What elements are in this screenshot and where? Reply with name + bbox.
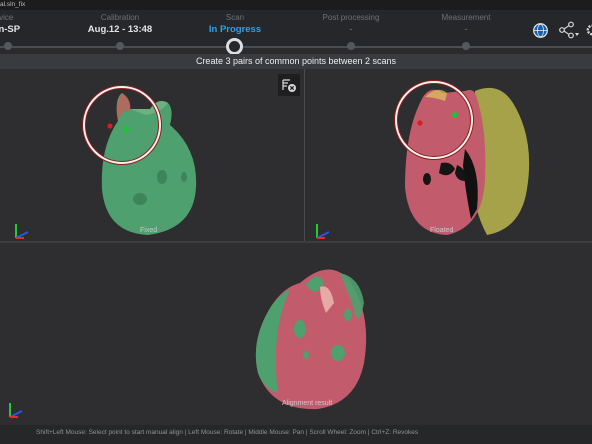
status-hint: Shift+Left Mouse: Select point to start … [36, 429, 419, 436]
globe-icon[interactable] [533, 23, 548, 38]
step-device-caption: evice [0, 13, 14, 22]
step-scan[interactable]: Scan In Progress [175, 13, 295, 37]
step-post-processing-caption: Post processing [322, 13, 380, 22]
step-post-processing-dot [347, 42, 355, 50]
step-device[interactable]: evice can-SP [0, 13, 64, 37]
floated-scan-model[interactable] [305, 69, 592, 241]
title-bar: al.sln_fix [0, 0, 592, 10]
step-calibration[interactable]: Calibration Aug.12 - 13:48 [60, 13, 180, 37]
step-post-processing[interactable]: Post processing - [291, 13, 411, 37]
step-measurement[interactable]: Measurement - [406, 13, 526, 37]
share-icon[interactable] [558, 21, 580, 39]
step-track [0, 46, 592, 48]
axis-gizmo-icon [313, 212, 333, 240]
result-view-label: Alignment result [282, 400, 333, 407]
settings-icon[interactable] [585, 23, 592, 37]
step-scan-value: In Progress [208, 24, 262, 35]
step-measurement-dot [462, 42, 470, 50]
status-bar: Shift+Left Mouse: Select point to start … [0, 425, 592, 444]
step-calibration-caption: Calibration [100, 13, 140, 22]
step-calibration-value: Aug.12 - 13:48 [87, 24, 153, 35]
step-scan-caption: Scan [225, 13, 245, 22]
fixed-view-label: Fixed [140, 227, 158, 234]
workflow-steps: evice can-SP Calibration Aug.12 - 13:48 … [0, 10, 592, 48]
step-device-dot [4, 42, 12, 50]
window-title: al.sln_fix [0, 1, 26, 8]
axis-gizmo-icon [6, 391, 26, 419]
instruction-banner: Create 3 pairs of common points between … [0, 54, 592, 69]
floated-view[interactable]: Floated [305, 69, 592, 241]
floated-view-label: Floated [430, 227, 454, 234]
floated-green-point[interactable] [452, 112, 458, 118]
fixed-green-point[interactable] [123, 126, 129, 132]
step-device-value: can-SP [0, 24, 21, 35]
fixed-red-point[interactable] [107, 123, 113, 129]
fixed-view[interactable]: Fixed [0, 69, 304, 241]
fixed-scan-model[interactable] [0, 69, 304, 241]
step-scan-indicator [226, 38, 243, 55]
result-scan-model[interactable] [0, 243, 592, 425]
clear-points-icon[interactable] [278, 74, 300, 96]
step-calibration-dot [116, 42, 124, 50]
step-post-processing-value: - [349, 24, 353, 35]
floated-red-point[interactable] [417, 120, 423, 126]
axis-gizmo-icon [12, 212, 32, 240]
step-measurement-value: - [464, 24, 468, 35]
step-measurement-caption: Measurement [441, 13, 491, 22]
alignment-result-view[interactable]: Alignment result [0, 243, 592, 425]
